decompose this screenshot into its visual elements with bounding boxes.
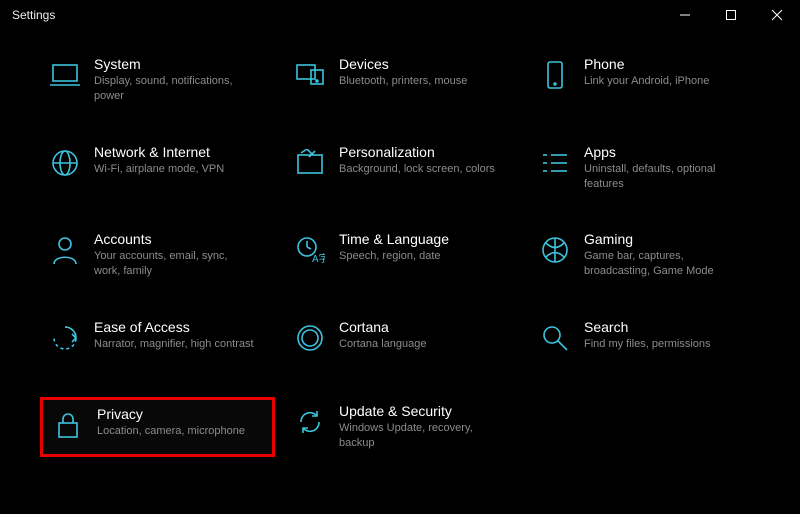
tile-network[interactable]: Network & Internet Wi-Fi, airplane mode,…: [40, 138, 275, 198]
tile-desc: Narrator, magnifier, high contrast: [94, 337, 254, 352]
tile-title: Time & Language: [339, 231, 449, 247]
minimize-icon: [679, 9, 691, 21]
tile-desc: Location, camera, microphone: [97, 424, 245, 439]
network-icon: [48, 146, 82, 180]
tile-cortana[interactable]: Cortana Cortana language: [285, 313, 520, 369]
privacy-icon: [51, 408, 85, 442]
maximize-button[interactable]: [708, 0, 754, 30]
tile-ease-of-access[interactable]: Ease of Access Narrator, magnifier, high…: [40, 313, 275, 369]
tile-title: Cortana: [339, 319, 426, 335]
ease-of-access-icon: [48, 321, 82, 355]
tile-desc: Uninstall, defaults, optional features: [584, 162, 744, 192]
tile-title: Search: [584, 319, 711, 335]
tile-title: Ease of Access: [94, 319, 254, 335]
phone-icon: [538, 58, 572, 92]
tile-desc: Your accounts, email, sync, work, family: [94, 249, 254, 279]
update-icon: [293, 405, 327, 439]
time-language-icon: A字: [293, 233, 327, 267]
tile-desc: Link your Android, iPhone: [584, 74, 709, 89]
window-title: Settings: [12, 8, 55, 22]
close-button[interactable]: [754, 0, 800, 30]
maximize-icon: [725, 9, 737, 21]
tile-time-language[interactable]: A字 Time & Language Speech, region, date: [285, 225, 520, 285]
devices-icon: [293, 58, 327, 92]
tile-gaming[interactable]: Gaming Game bar, captures, broadcasting,…: [530, 225, 765, 285]
window-controls: [662, 0, 800, 30]
tile-personalization[interactable]: Personalization Background, lock screen,…: [285, 138, 520, 198]
apps-icon: [538, 146, 572, 180]
tile-desc: Find my files, permissions: [584, 337, 711, 352]
search-icon: [538, 321, 572, 355]
tile-desc: Game bar, captures, broadcasting, Game M…: [584, 249, 744, 279]
tile-title: Apps: [584, 144, 744, 160]
svg-text:A字: A字: [312, 252, 325, 265]
gaming-icon: [538, 233, 572, 267]
tile-desc: Background, lock screen, colors: [339, 162, 495, 177]
tile-update-security[interactable]: Update & Security Windows Update, recove…: [285, 397, 520, 457]
tile-title: System: [94, 56, 254, 72]
minimize-button[interactable]: [662, 0, 708, 30]
tile-title: Phone: [584, 56, 709, 72]
tile-privacy[interactable]: Privacy Location, camera, microphone: [40, 397, 275, 457]
accounts-icon: [48, 233, 82, 267]
tile-title: Update & Security: [339, 403, 499, 419]
tile-desc: Cortana language: [339, 337, 426, 352]
tile-devices[interactable]: Devices Bluetooth, printers, mouse: [285, 50, 520, 110]
close-icon: [771, 9, 783, 21]
cortana-icon: [293, 321, 327, 355]
tile-title: Accounts: [94, 231, 254, 247]
tile-desc: Display, sound, notifications, power: [94, 74, 254, 104]
tile-title: Network & Internet: [94, 144, 224, 160]
tile-desc: Speech, region, date: [339, 249, 449, 264]
tile-title: Privacy: [97, 406, 245, 422]
tile-system[interactable]: System Display, sound, notifications, po…: [40, 50, 275, 110]
tile-apps[interactable]: Apps Uninstall, defaults, optional featu…: [530, 138, 765, 198]
tile-phone[interactable]: Phone Link your Android, iPhone: [530, 50, 765, 110]
tile-title: Gaming: [584, 231, 744, 247]
system-icon: [48, 58, 82, 92]
tile-desc: Windows Update, recovery, backup: [339, 421, 499, 451]
title-bar: Settings: [0, 0, 800, 30]
personalization-icon: [293, 146, 327, 180]
tile-accounts[interactable]: Accounts Your accounts, email, sync, wor…: [40, 225, 275, 285]
tile-desc: Wi-Fi, airplane mode, VPN: [94, 162, 224, 177]
tile-title: Personalization: [339, 144, 495, 160]
tile-title: Devices: [339, 56, 467, 72]
tile-desc: Bluetooth, printers, mouse: [339, 74, 467, 89]
tile-search[interactable]: Search Find my files, permissions: [530, 313, 765, 369]
settings-grid: System Display, sound, notifications, po…: [0, 30, 800, 457]
